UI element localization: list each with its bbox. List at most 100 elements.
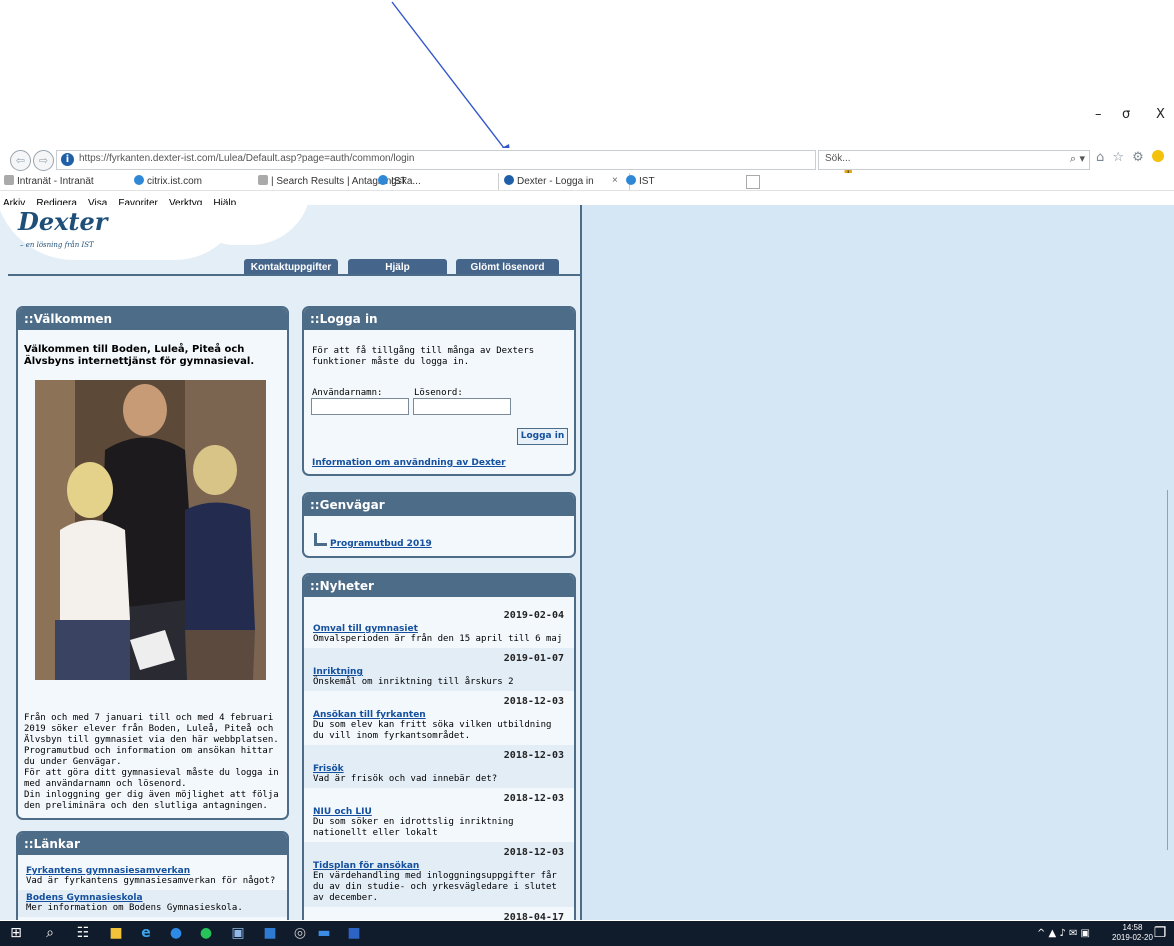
clock[interactable]: 14:58 2019-02-20 [1112,923,1153,943]
ie-icon [378,175,388,185]
windows-start-icon[interactable]: ⊞ [8,925,24,941]
tab-kontaktuppgifter[interactable]: Kontaktuppgifter [244,259,338,275]
app-icon-2[interactable]: ▬ [316,925,332,941]
news-box: ::Nyheter 2019-02-04 Omval till gymnasie… [302,573,576,920]
logo-subtitle: – en lösning från IST [20,241,94,249]
clock-date: 2019-02-20 [1112,933,1153,942]
news-date: 2018-04-17 [503,912,564,920]
forward-arrow-icon: ⇨ [38,154,49,167]
notifications-icon[interactable]: ❐ [1152,925,1168,941]
link-bodens-gymnasieskola[interactable]: Bodens Gymnasieskola [26,893,279,903]
welcome-paragraph: Från och med 7 januari till och med 4 fe… [24,713,279,811]
password-field[interactable] [413,398,511,415]
search-input[interactable]: Sök... ⌕ ▾ [818,150,1090,170]
shortcut-item[interactable]: Programutbud 2019 [314,531,432,550]
spotify-icon[interactable]: ● [198,925,214,941]
link-item: Fyrkantens gymnasiesamverkan Vad är fyrk… [18,863,287,890]
news-date: 2019-01-07 [503,653,564,664]
outlook-icon[interactable]: ■ [262,925,278,941]
link-description: Mer information om Bodens Gymnasieskola. [26,903,243,913]
skype-icon[interactable]: ● [168,925,184,941]
password-label: Lösenord: [414,388,463,398]
login-title: ::Logga in [304,308,574,330]
task-view-icon[interactable]: ☷ [75,925,91,941]
news-item: 2018-12-03 Ansökan till fyrkanten Du som… [304,691,574,745]
word-icon[interactable]: ■ [346,925,362,941]
shortcuts-title: ::Genvägar [304,494,574,516]
link-item: Bodens Gymnasieskola Mer information om … [18,890,287,917]
news-description: En värdehandling med inloggningsuppgifte… [313,871,557,903]
search-icon[interactable]: ⌕ ▾ [1070,152,1085,166]
news-title: ::Nyheter [304,575,574,597]
tab-close-icon[interactable]: × [612,175,618,186]
news-date: 2018-12-03 [503,750,564,761]
news-title-link[interactable]: Tidsplan för ansökan [313,861,564,871]
tab-intranat[interactable]: Intranät - Intranät [4,175,94,187]
news-item: 2018-04-17 [304,907,574,920]
restore-button[interactable]: σ [1122,107,1130,122]
annotation-arrow [391,1,511,160]
user-icon [258,175,268,185]
login-button[interactable]: Logga in [517,428,568,445]
dexter-logo[interactable]: Dexter – en lösning från IST [0,205,311,261]
system-tray-icons[interactable]: ^ ▲ ♪ ✉ ▣ [1037,928,1090,939]
back-button[interactable]: ⇦ [10,150,31,171]
programutbud-link[interactable]: Programutbud 2019 [330,539,432,549]
tab-dexter-active[interactable]: Dexter - Logga in × [498,173,630,190]
login-intro: För att få tillgång till många av Dexter… [312,346,535,367]
filter-icon [4,175,14,185]
app-icon[interactable]: ▣ [230,925,246,941]
ie-icon [626,175,636,185]
news-item: 2018-12-03 Tidsplan för ansökan En värde… [304,842,574,907]
dexter-info-link[interactable]: Information om användning av Dexter [312,458,506,468]
links-title: ::Länkar [18,833,287,855]
news-title-link[interactable]: NIU och LIU [313,807,564,817]
tab-citrix[interactable]: citrix.ist.com [134,175,202,187]
arrow-bullet-icon [314,533,327,546]
smiley-icon[interactable] [1151,150,1164,162]
scrollbar[interactable] [1167,490,1173,850]
forward-button[interactable]: ⇨ [33,150,54,171]
minimize-button[interactable]: – [1095,107,1102,122]
username-label: Användarnamn: [312,388,383,398]
news-description: Vad är frisök och vad innebär det? [313,774,498,784]
news-date: 2018-12-03 [503,793,564,804]
tab-hjalp[interactable]: Hjälp [348,259,447,275]
shortcuts-box: ::Genvägar Programutbud 2019 [302,492,576,558]
link-description: Vad är fyrkantens gymnasiesamverkan för … [26,876,276,886]
internet-explorer-icon[interactable]: e [138,925,154,941]
info-icon [504,175,514,185]
address-url[interactable]: https://fyrkanten.dexter-ist.com/Lulea/D… [79,153,414,164]
back-arrow-icon: ⇦ [15,154,26,167]
close-button[interactable]: X [1156,107,1165,122]
ie-icon [134,175,144,185]
menu-bar: Arkiv Redigera Visa Favoriter Verktyg Hj… [0,191,1174,209]
browser-toolbar-icons[interactable]: ⌂ ☆ ⚙ [1096,150,1164,165]
news-description: Du som söker en idrottslig inriktning na… [313,817,514,838]
news-description: Omvalsperioden är från den 15 april till… [313,634,563,644]
welcome-title: ::Välkommen [18,308,287,330]
news-title-link[interactable]: Inriktning [313,667,564,677]
new-tab-button[interactable] [746,175,760,189]
tab-ist-2[interactable]: IST [626,175,655,187]
students-photo [35,380,266,680]
info-icon: i [61,153,74,166]
news-title-link[interactable]: Frisök [313,764,564,774]
link-fyrkantens-gymnasiesamverkan[interactable]: Fyrkantens gymnasiesamverkan [26,866,279,876]
page-content: Dexter – en lösning från IST Kontaktuppg… [0,205,582,920]
search-icon[interactable]: ⌕ [42,925,58,941]
news-title-link[interactable]: Ansökan till fyrkanten [313,710,564,720]
address-bar[interactable]: i https://fyrkanten.dexter-ist.com/Lulea… [56,150,854,186]
links-box: ::Länkar Fyrkantens gymnasiesamverkan Va… [16,831,289,920]
header-divider [8,274,582,276]
file-explorer-icon[interactable]: ■ [108,925,124,941]
tab-dexter-label: Dexter - Logga in [504,175,594,187]
tab-glomt-losenord[interactable]: Glömt lösenord [456,259,559,275]
chrome-icon[interactable]: ◎ [292,925,308,941]
home-star-gear-icons[interactable]: ⌂ ☆ ⚙ [1096,150,1146,165]
username-field[interactable] [311,398,409,415]
news-title-link[interactable]: Omval till gymnasiet [313,624,564,634]
login-box: ::Logga in För att få tillgång till mång… [302,306,576,476]
tab-ist-1[interactable]: IST [378,175,407,187]
news-item: 2019-01-07 Inriktning Önskemål om inrikt… [304,648,574,691]
